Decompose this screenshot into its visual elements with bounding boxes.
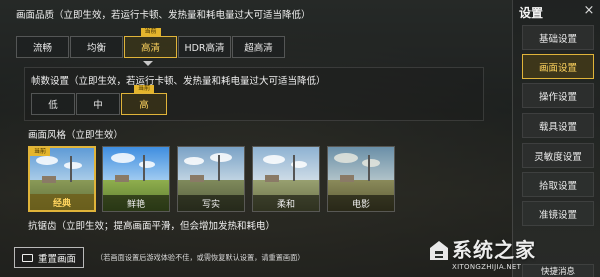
reset-display-label: 重置画面 [37, 253, 76, 265]
house [340, 175, 354, 182]
sidebar-item-quick-message[interactable]: 快捷消息 [522, 264, 594, 277]
style-option-cinema[interactable]: 电影 [327, 146, 395, 212]
reset-tip: （若画面设置后游戏体验不佳，或需恢复默认设置，请重置画面） [96, 253, 305, 262]
quality-title: 画面品质（立即生效，若运行卡顿、发热量和耗电量过大可适当降低） [16, 10, 311, 21]
sidebar-item-label: 画面设置 [538, 62, 577, 74]
style-option-soft[interactable]: 柔和 [252, 146, 320, 212]
house [42, 176, 56, 183]
house [265, 175, 279, 182]
style-option-classic[interactable]: 当前 经典 [28, 146, 96, 212]
style-option-label: 鲜艳 [103, 195, 169, 211]
fps-options: 低 中 当前 高 [31, 85, 168, 115]
quality-option-label: 超高清 [244, 43, 273, 54]
chevron-down-icon [143, 61, 153, 66]
fps-option-label: 高 [139, 100, 149, 111]
sidebar-item-sensitivity[interactable]: 灵敏度设置 [522, 143, 594, 168]
current-tag: 当前 [30, 148, 51, 156]
house [115, 175, 129, 182]
sky [328, 147, 394, 181]
watermark-logo-icon [430, 241, 448, 260]
antialias-title: 抗锯齿（立即生效；提高画面平滑，但会增加发热和耗电） [28, 221, 276, 232]
cloud [210, 153, 232, 162]
tower [143, 155, 145, 181]
sidebar-item-label: 基础设置 [538, 33, 577, 45]
quality-option-label: 均衡 [86, 43, 106, 54]
sidebar-item-basic[interactable]: 基础设置 [522, 25, 594, 50]
quality-option-smooth[interactable]: 流畅 [16, 36, 69, 58]
sidebar-item-label: 快捷消息 [540, 267, 575, 277]
screen-icon [21, 253, 33, 262]
sky [253, 147, 319, 181]
quality-option-label: HDR高清 [184, 43, 225, 54]
style-option-label: 电影 [328, 195, 394, 211]
sidebar-item-label: 灵敏度设置 [534, 151, 582, 163]
quality-option-label: 流畅 [32, 43, 52, 54]
current-tag: 当前 [133, 85, 155, 93]
quality-option-uhd[interactable]: 超高清 [232, 36, 285, 58]
fps-option-low[interactable]: 低 [31, 93, 75, 115]
cloud [139, 161, 155, 168]
style-option-label: 经典 [30, 194, 94, 210]
fps-title: 帧数设置（立即生效，若运行卡顿、发热量和耗电量过大可适当降低） [31, 76, 326, 87]
sidebar-item-label: 操作设置 [538, 91, 577, 103]
quality-option-balanced[interactable]: 均衡 [70, 36, 123, 58]
tower [70, 156, 72, 182]
quality-option-label: 高清 [140, 43, 160, 54]
fps-option-high[interactable]: 当前 高 [121, 85, 167, 115]
style-title: 画面风格（立即生效） [28, 130, 124, 141]
watermark-title: 系统之家 [452, 238, 536, 262]
sidebar-item-vehicle[interactable]: 载具设置 [522, 113, 594, 138]
cloud [184, 157, 204, 165]
sidebar-item-label: 准镜设置 [538, 209, 577, 221]
sky [103, 147, 169, 181]
sidebar-item-display[interactable]: 画面设置 [522, 54, 594, 79]
cloud [36, 156, 58, 165]
current-tag: 当前 [140, 28, 161, 36]
style-option-realistic[interactable]: 写实 [177, 146, 245, 212]
house [190, 175, 204, 182]
fps-option-label: 中 [93, 100, 103, 111]
cloud [263, 155, 285, 164]
tower [218, 155, 220, 181]
cloud [64, 162, 82, 169]
style-option-vivid[interactable]: 鲜艳 [102, 146, 170, 212]
settings-panel: 画面品质（立即生效，若运行卡顿、发热量和耗电量过大可适当降低） 流畅 均衡 当前… [0, 0, 512, 277]
style-option-label: 写实 [178, 195, 244, 211]
style-option-label: 柔和 [253, 195, 319, 211]
tower [293, 155, 295, 181]
sidebar-item-controls[interactable]: 操作设置 [522, 83, 594, 108]
quality-options: 流畅 均衡 当前 高清 HDR高清 超高清 [16, 28, 286, 58]
quality-option-hdr[interactable]: HDR高清 [178, 36, 231, 58]
cloud [362, 159, 380, 167]
fps-option-medium[interactable]: 中 [76, 93, 120, 115]
cloud [334, 153, 358, 163]
reset-display-button[interactable]: 重置画面 [14, 247, 84, 268]
tower [368, 155, 370, 181]
sidebar-item-scope[interactable]: 准镜设置 [522, 201, 594, 226]
watermark-url: XITONGZHIJIA.NET [452, 263, 522, 271]
sidebar-item-label: 拾取设置 [538, 180, 577, 192]
sidebar-item-pickup[interactable]: 拾取设置 [522, 172, 594, 197]
quality-option-hd[interactable]: 当前 高清 [124, 28, 177, 58]
fps-option-label: 低 [48, 100, 58, 111]
cloud [111, 153, 135, 163]
close-icon[interactable]: × [581, 3, 597, 19]
sidebar-item-label: 载具设置 [538, 121, 577, 133]
